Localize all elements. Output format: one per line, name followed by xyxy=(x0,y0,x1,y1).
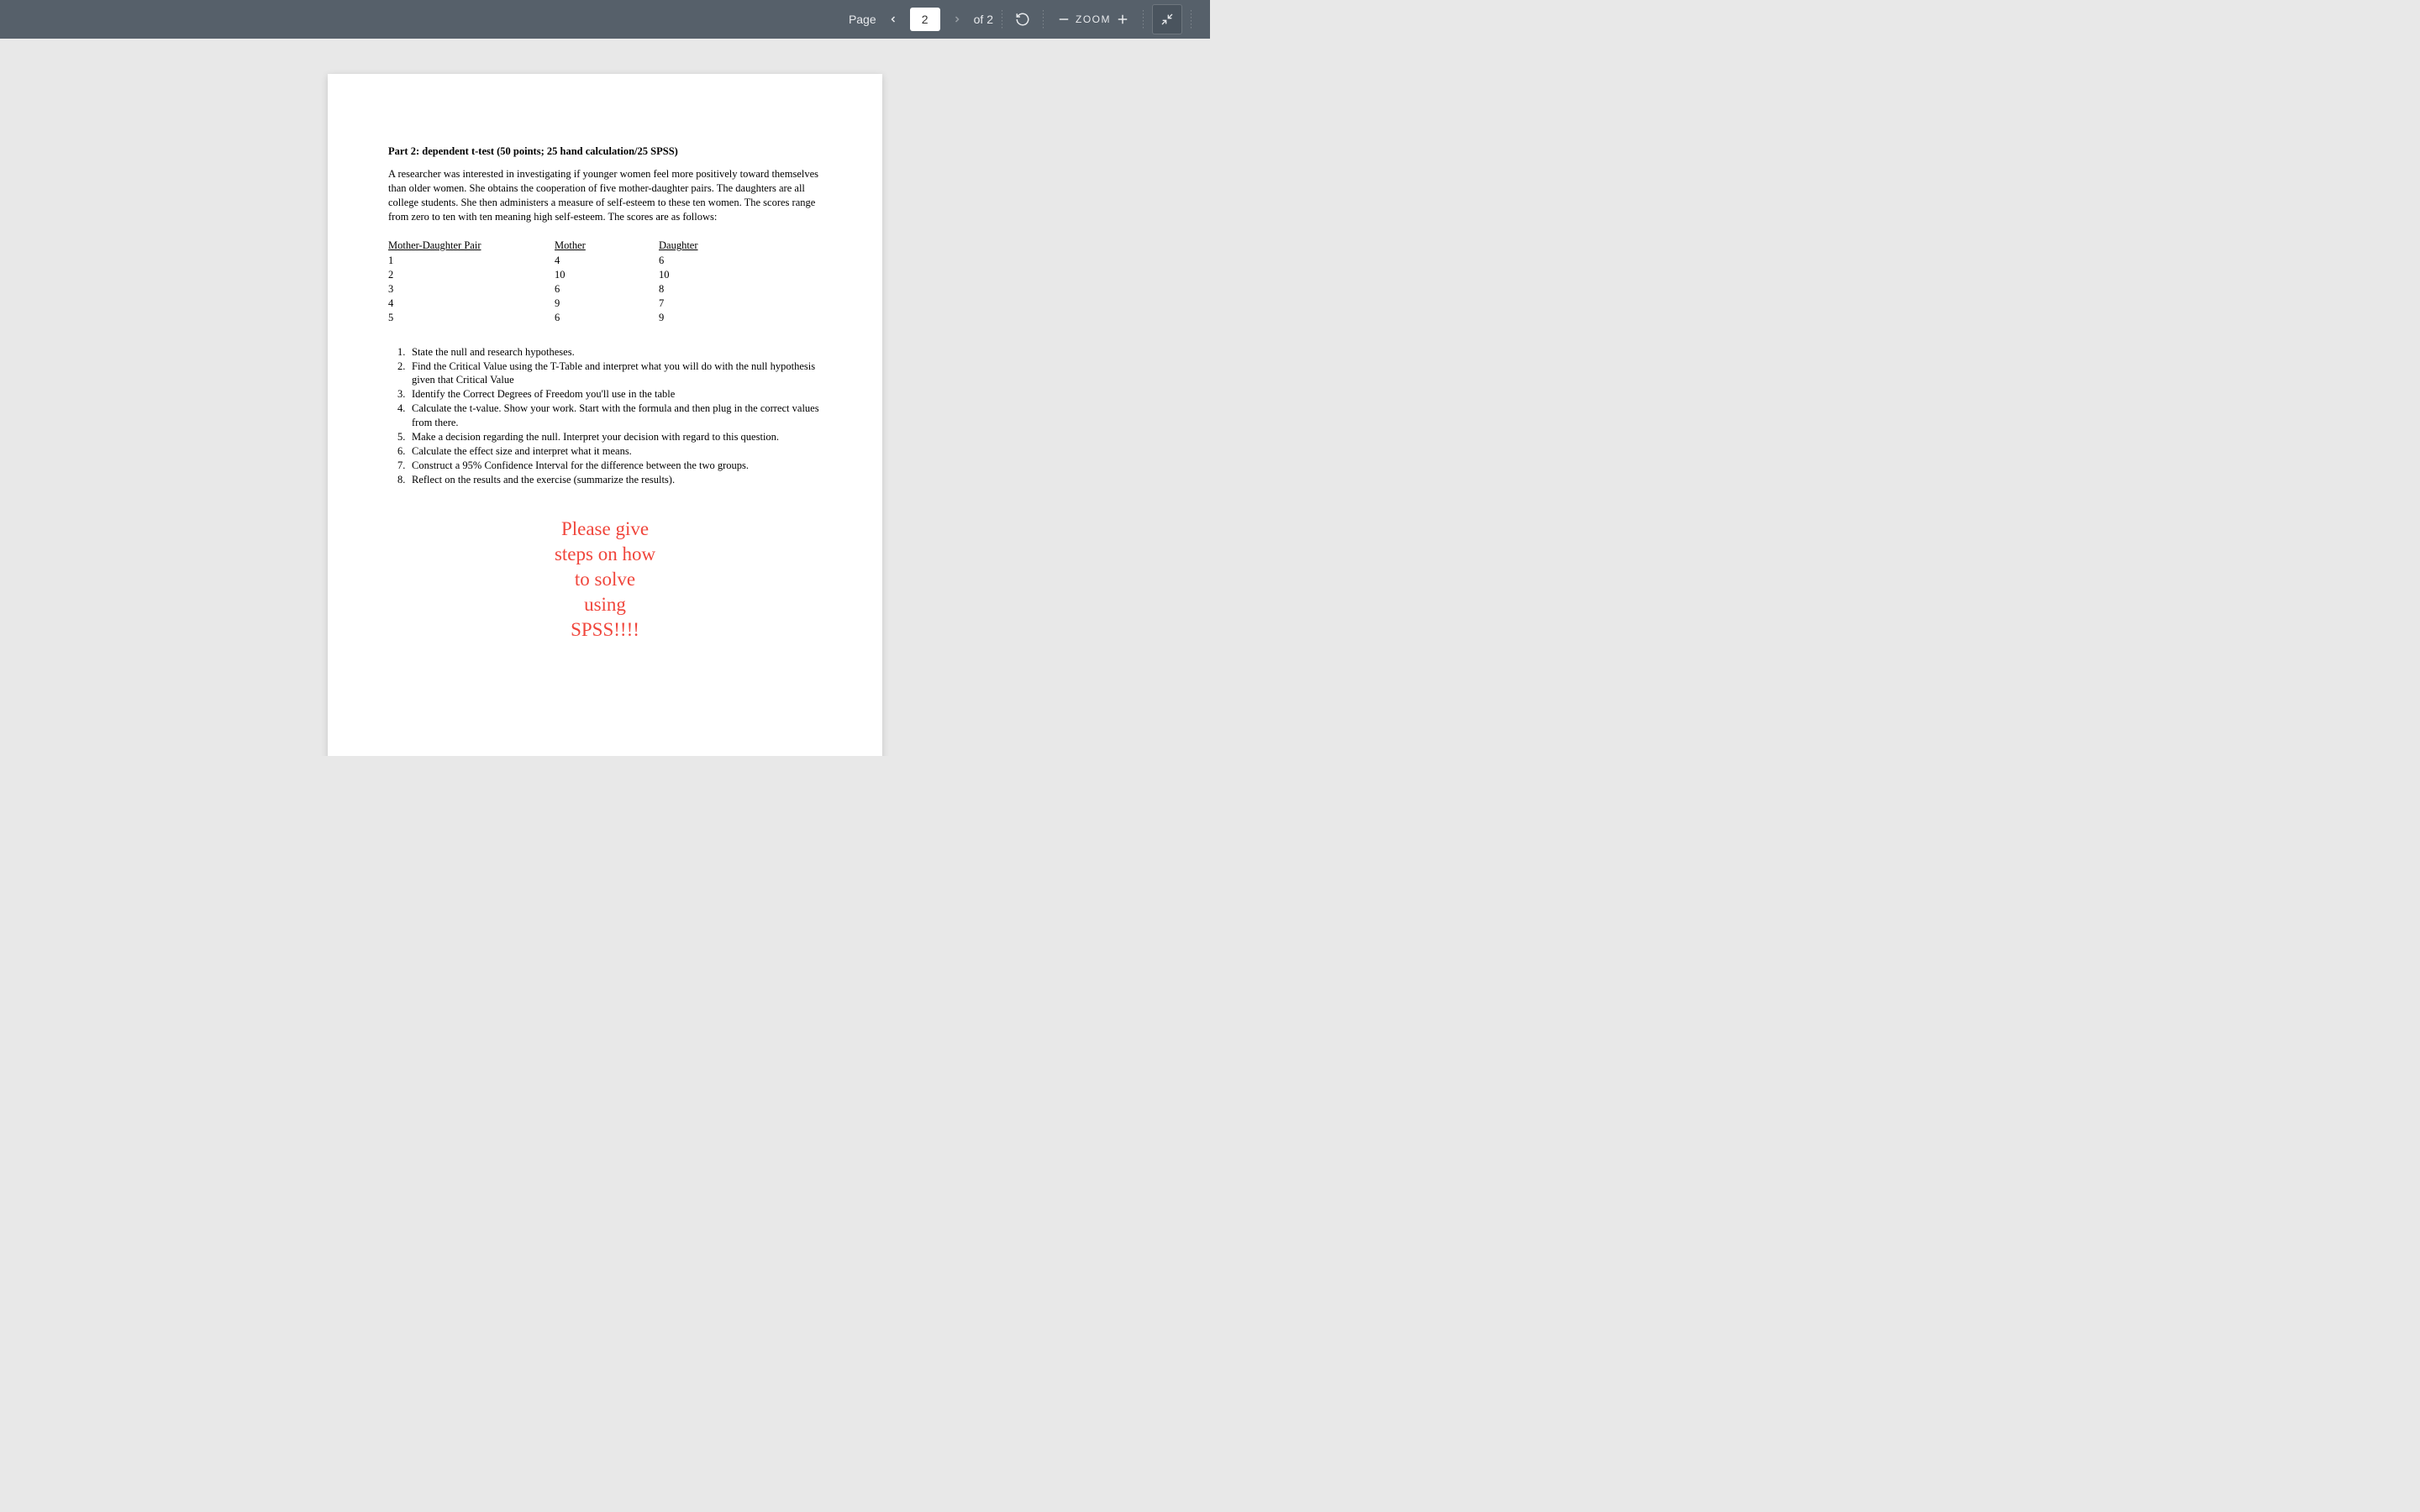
table-row: 146 xyxy=(388,254,698,268)
divider xyxy=(1043,10,1044,29)
table-cell: 10 xyxy=(555,268,659,282)
table-cell: 9 xyxy=(659,311,698,325)
annotation-callout: Please givesteps on howto solveusingSPSS… xyxy=(388,517,822,642)
question-number: 6. xyxy=(397,444,412,459)
table-cell: 6 xyxy=(555,282,659,297)
table-cell: 8 xyxy=(659,282,698,297)
table-cell: 6 xyxy=(555,311,659,325)
table-header: Mother-Daughter Pair xyxy=(388,239,555,254)
callout-line: to solve xyxy=(388,567,822,592)
question-item: 5.Make a decision regarding the null. In… xyxy=(412,430,822,444)
chevron-left-icon xyxy=(888,14,898,24)
callout-line: using xyxy=(388,592,822,617)
minus-icon xyxy=(1056,12,1071,27)
table-cell: 1 xyxy=(388,254,555,268)
table-cell: 3 xyxy=(388,282,555,297)
question-number: 3. xyxy=(397,387,412,402)
table-cell: 6 xyxy=(659,254,698,268)
zoom-out-button[interactable] xyxy=(1052,8,1076,31)
zoom-label: ZOOM xyxy=(1076,13,1111,25)
pdf-toolbar: Page of 2 ZOOM xyxy=(0,0,1210,39)
table-row: 21010 xyxy=(388,268,698,282)
question-item: 7.Construct a 95% Confidence Interval fo… xyxy=(412,459,822,473)
question-item: 1.State the null and research hypotheses… xyxy=(412,345,822,360)
question-item: 3.Identify the Correct Degrees of Freedo… xyxy=(412,387,822,402)
zoom-in-button[interactable] xyxy=(1111,8,1134,31)
rotate-button[interactable] xyxy=(1011,8,1034,31)
table-cell: 4 xyxy=(555,254,659,268)
document-viewport[interactable]: Part 2: dependent t-test (50 points; 25 … xyxy=(0,39,1210,756)
table-row: 368 xyxy=(388,282,698,297)
next-page-button[interactable] xyxy=(949,11,965,28)
data-table: Mother-Daughter Pair Mother Daughter 146… xyxy=(388,239,698,324)
question-number: 4. xyxy=(397,402,412,416)
question-number: 7. xyxy=(397,459,412,473)
question-item: 6.Calculate the effect size and interpre… xyxy=(412,444,822,459)
page-nav-group: Page of 2 xyxy=(849,8,993,31)
divider xyxy=(1191,10,1192,29)
section-title: Part 2: dependent t-test (50 points; 25 … xyxy=(388,144,822,159)
prev-page-button[interactable] xyxy=(885,11,902,28)
table-cell: 10 xyxy=(659,268,698,282)
callout-line: steps on how xyxy=(388,542,822,567)
question-number: 8. xyxy=(397,473,412,487)
plus-icon xyxy=(1115,12,1130,27)
question-number: 2. xyxy=(397,360,412,374)
table-cell: 4 xyxy=(388,297,555,311)
rotate-icon xyxy=(1015,12,1030,27)
divider xyxy=(1143,10,1144,29)
question-number: 1. xyxy=(397,345,412,360)
collapse-icon xyxy=(1160,13,1174,26)
table-header: Mother xyxy=(555,239,659,254)
table-cell: 2 xyxy=(388,268,555,282)
exit-fullscreen-button[interactable] xyxy=(1152,4,1182,34)
page-number-input[interactable] xyxy=(910,8,940,31)
callout-line: Please give xyxy=(388,517,822,542)
question-item: 4.Calculate the t-value. Show your work.… xyxy=(412,402,822,430)
question-item: 8.Reflect on the results and the exercis… xyxy=(412,473,822,487)
document-page: Part 2: dependent t-test (50 points; 25 … xyxy=(328,74,882,756)
table-cell: 5 xyxy=(388,311,555,325)
table-cell: 7 xyxy=(659,297,698,311)
intro-paragraph: A researcher was interested in investiga… xyxy=(388,167,822,224)
table-cell: 9 xyxy=(555,297,659,311)
page-label: Page xyxy=(849,13,876,26)
page-total-label: of 2 xyxy=(974,13,993,26)
table-row: 497 xyxy=(388,297,698,311)
table-header: Daughter xyxy=(659,239,698,254)
chevron-right-icon xyxy=(952,14,962,24)
table-row: 569 xyxy=(388,311,698,325)
question-number: 5. xyxy=(397,430,412,444)
question-list: 1.State the null and research hypotheses… xyxy=(388,345,822,487)
question-item: 2.Find the Critical Value using the T-Ta… xyxy=(412,360,822,388)
callout-line: SPSS!!!! xyxy=(388,617,822,643)
